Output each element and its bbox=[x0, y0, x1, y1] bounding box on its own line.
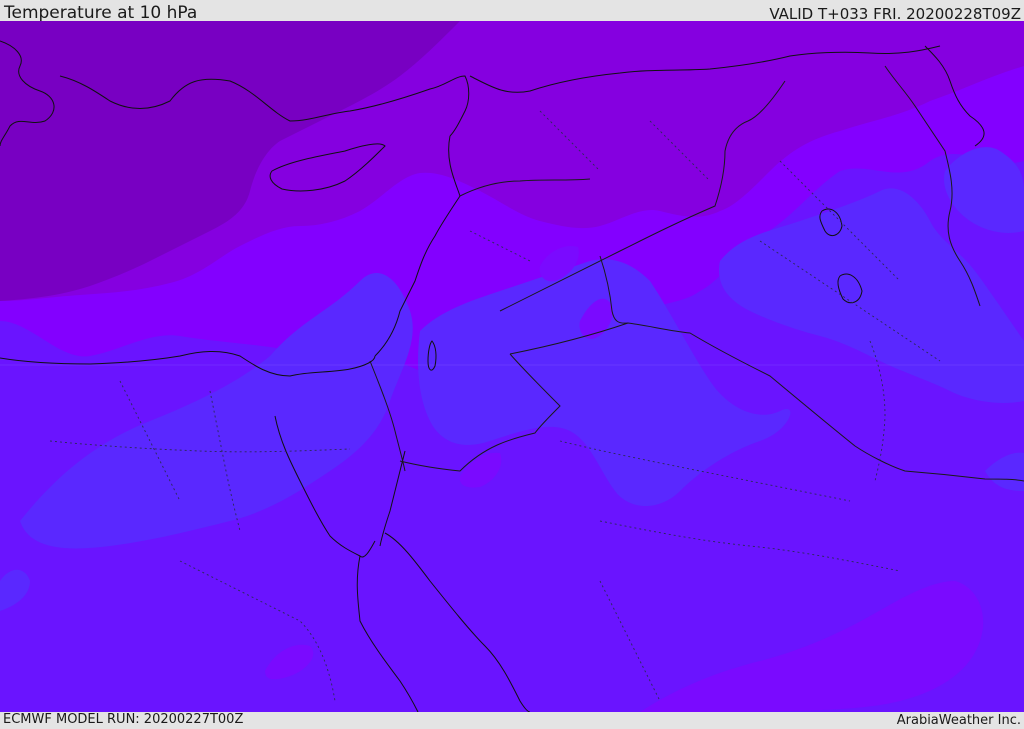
header-bar: Temperature at 10 hPa VALID T+033 FRI. 2… bbox=[0, 0, 1024, 23]
model-run-label: ECMWF MODEL RUN: 20200227T00Z bbox=[3, 712, 244, 727]
credit-label: ArabiaWeather Inc. bbox=[896, 713, 1021, 728]
map-panel[interactable] bbox=[0, 21, 1024, 712]
footer-bar: ECMWF MODEL RUN: 20200227T00Z ArabiaWeat… bbox=[0, 712, 1024, 729]
map-title: Temperature at 10 hPa bbox=[4, 3, 198, 23]
weather-map-page: Temperature at 10 hPa VALID T+033 FRI. 2… bbox=[0, 0, 1024, 729]
temperature-map bbox=[0, 21, 1024, 712]
